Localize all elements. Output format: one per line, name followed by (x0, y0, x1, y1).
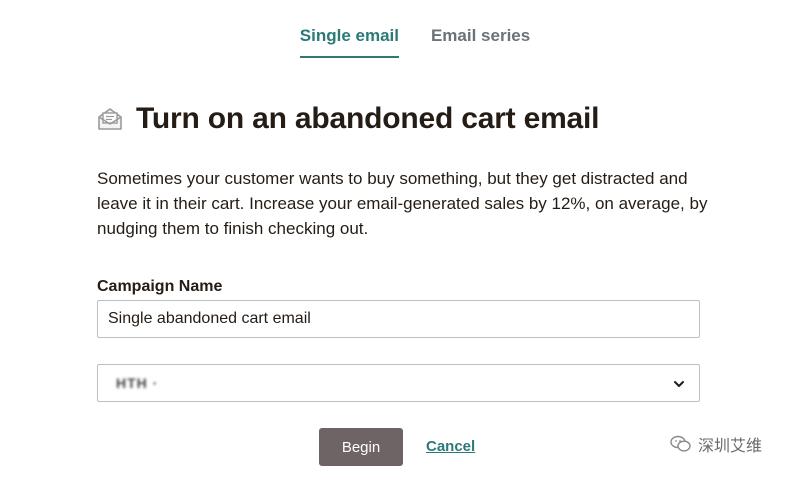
envelope-open-icon (96, 105, 124, 133)
page: Single email Email series Turn on an aba… (0, 0, 802, 480)
watermark: 深圳艾维 (670, 432, 762, 456)
tab-email-series[interactable]: Email series (431, 26, 530, 58)
tab-bar: Single email Email series (0, 26, 802, 58)
tab-group: Single email Email series (299, 26, 530, 58)
campaign-name-label: Campaign Name (97, 278, 223, 295)
page-title: Turn on an abandoned cart email (136, 102, 600, 135)
page-description: Sometimes your customer wants to buy som… (97, 169, 708, 238)
chevron-down-icon (673, 377, 685, 389)
watermark-text: 深圳艾维 (698, 438, 763, 455)
tab-single-email[interactable]: Single email (299, 26, 399, 58)
page-heading: Turn on an abandoned cart email (96, 102, 600, 136)
select-value: HTH · (116, 375, 159, 391)
list-select[interactable]: HTH · (97, 364, 700, 402)
begin-button[interactable]: Begin (319, 428, 403, 466)
cancel-link[interactable]: Cancel (426, 438, 475, 455)
campaign-name-input[interactable] (97, 300, 700, 338)
wechat-icon (670, 435, 692, 453)
